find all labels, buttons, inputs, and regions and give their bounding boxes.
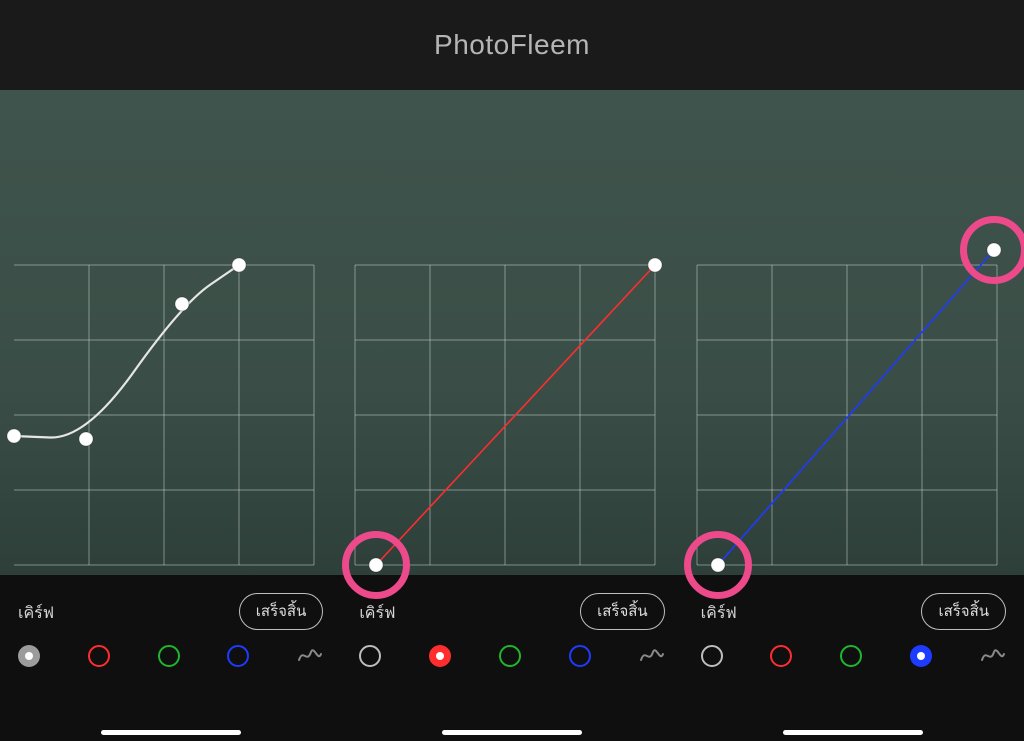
channel-white[interactable]	[701, 645, 723, 667]
home-indicator	[442, 730, 582, 735]
channel-red[interactable]	[429, 645, 451, 667]
curve-handle[interactable]	[175, 297, 189, 311]
curve-panel-blue[interactable]	[683, 90, 1024, 575]
control-cell-red: เคิร์ฟ เสร็จสิ้น	[341, 575, 682, 741]
channel-row	[18, 645, 323, 667]
channel-green[interactable]	[840, 645, 862, 667]
curve-handle[interactable]	[7, 429, 21, 443]
channel-green[interactable]	[158, 645, 180, 667]
channel-blue[interactable]	[227, 645, 249, 667]
channel-white[interactable]	[359, 645, 381, 667]
curve-label: เคิร์ฟ	[18, 601, 54, 626]
curve-handle[interactable]	[987, 243, 1001, 257]
beauty-icon[interactable]	[639, 646, 665, 666]
home-indicator	[783, 730, 923, 735]
curve-path[interactable]	[718, 250, 994, 565]
channel-red[interactable]	[88, 645, 110, 667]
channel-row	[359, 645, 664, 667]
curve-editor-row	[0, 90, 1024, 575]
bottom-controls: เคิร์ฟ เสร็จสิ้น เคิร์ฟ เสร็จสิ้น เคิร์ฟ เสร็…	[0, 575, 1024, 741]
curve-handle[interactable]	[232, 258, 246, 272]
channel-white[interactable]	[18, 645, 40, 667]
curve-label: เคิร์ฟ	[359, 601, 395, 626]
home-indicator	[101, 730, 241, 735]
channel-green[interactable]	[499, 645, 521, 667]
done-button[interactable]: เสร็จสิ้น	[239, 593, 324, 630]
curve-handle[interactable]	[711, 558, 725, 572]
done-button[interactable]: เสร็จสิ้น	[580, 593, 665, 630]
channel-red[interactable]	[770, 645, 792, 667]
curve-handle[interactable]	[369, 558, 383, 572]
curve-label: เคิร์ฟ	[701, 601, 737, 626]
curve-path[interactable]	[14, 265, 239, 438]
channel-row	[701, 645, 1006, 667]
channel-blue[interactable]	[910, 645, 932, 667]
channel-blue[interactable]	[569, 645, 591, 667]
done-button[interactable]: เสร็จสิ้น	[921, 593, 1006, 630]
app-title: PhotoFleem	[434, 29, 590, 61]
control-cell-blue: เคิร์ฟ เสร็จสิ้น	[683, 575, 1024, 741]
curve-handle[interactable]	[79, 432, 93, 446]
curve-panel-red[interactable]	[341, 90, 682, 575]
curve-panel-luma[interactable]	[0, 90, 341, 575]
beauty-icon[interactable]	[297, 646, 323, 666]
header: PhotoFleem	[0, 0, 1024, 90]
curve-handle[interactable]	[648, 258, 662, 272]
control-cell-luma: เคิร์ฟ เสร็จสิ้น	[0, 575, 341, 741]
beauty-icon[interactable]	[980, 646, 1006, 666]
